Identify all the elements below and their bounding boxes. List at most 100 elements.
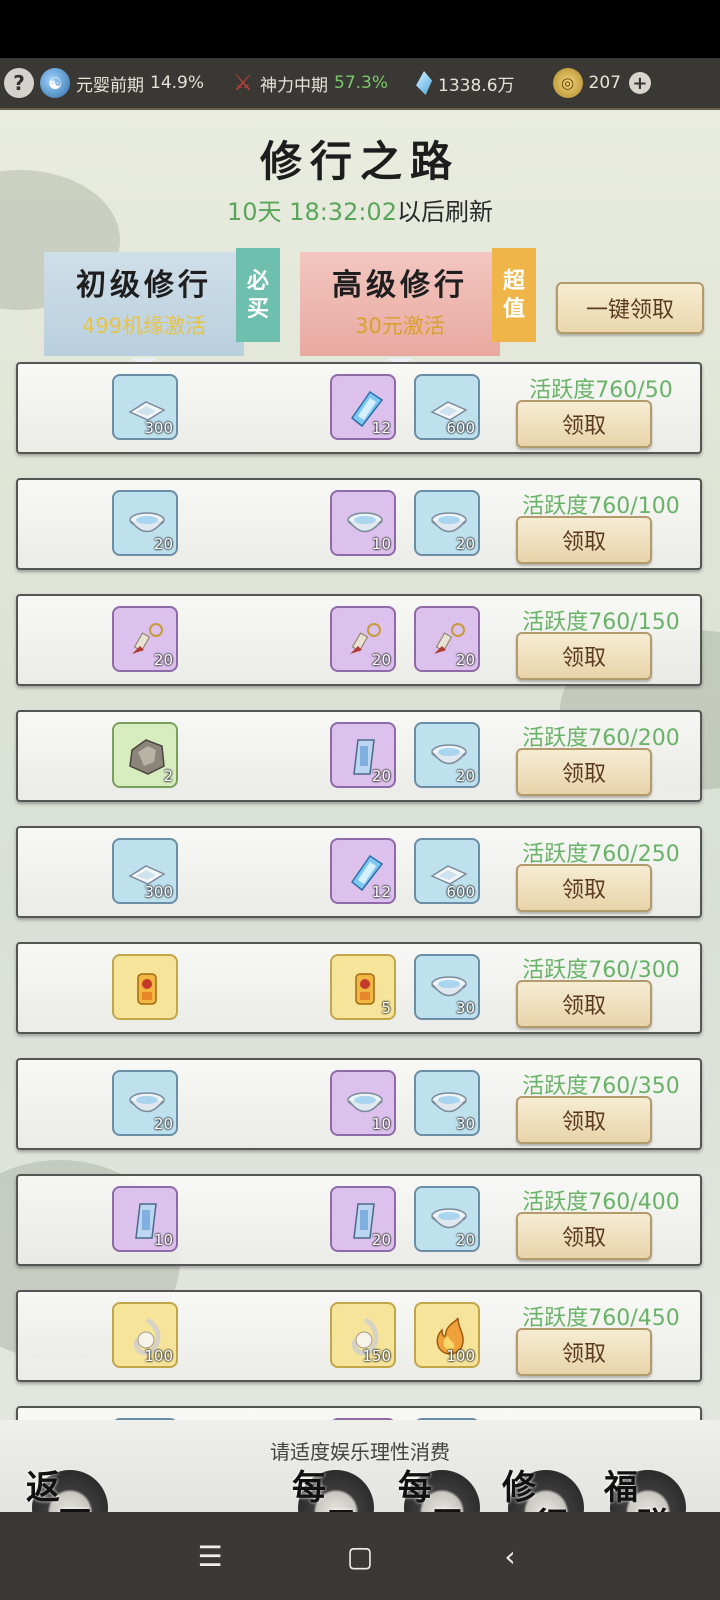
scroll-icon (137, 973, 157, 1005)
realm-label: 元婴前期 (76, 75, 144, 96)
tab-basic-cultivation[interactable]: 初级修行 499机缘激活 (44, 252, 244, 370)
item-quantity: 100 (144, 1347, 173, 1365)
item-quantity: 30 (455, 1115, 475, 1133)
claim-button[interactable]: 领取 (516, 1328, 652, 1376)
reward-item-slot[interactable]: 300 (112, 374, 178, 440)
reward-item-slot[interactable] (112, 954, 178, 1020)
item-quantity: 10 (371, 1115, 391, 1133)
claim-button[interactable]: 领取 (516, 1212, 652, 1260)
reward-item-slot[interactable]: 30 (414, 954, 480, 1020)
claim-button[interactable]: 领取 (516, 864, 652, 912)
reward-item-slot[interactable]: 20 (330, 1186, 396, 1252)
claim-button[interactable]: 领取 (516, 400, 652, 448)
reward-item-slot[interactable]: 20 (330, 722, 396, 788)
item-quantity: 20 (153, 535, 173, 553)
cultivation-panel: 修行之路 10天 18:32:02以后刷新 初级修行 499机缘激活 必买 高级… (0, 110, 720, 1420)
crystal-indicator[interactable]: 1338.6万 (416, 71, 515, 96)
reward-item-slot[interactable]: 150 (330, 1302, 396, 1368)
item-quantity: 600 (446, 883, 475, 901)
divine-label: 神力中期 (260, 75, 329, 96)
item-quantity: 20 (455, 651, 475, 669)
item-quantity: 20 (455, 767, 475, 785)
realm-indicator[interactable]: ☯ 元婴前期 14.9% (40, 68, 204, 98)
reward-item-slot[interactable]: 20 (414, 722, 480, 788)
reward-item-slot[interactable]: 300 (112, 838, 178, 904)
coin-icon: ◎ (552, 68, 583, 98)
item-quantity: 20 (371, 651, 391, 669)
reward-row: 10 20 20 活跃度760/400 领取 (16, 1174, 702, 1266)
reward-list[interactable]: 300 12 600 活跃度760/50 领取 20 10 20 活跃度760/100 领取 20 2… (16, 362, 702, 1420)
claim-button[interactable]: 领取 (516, 980, 652, 1028)
tab-advanced-activation: 30元激活 (355, 314, 445, 338)
sword-icon: ⚔ (233, 70, 253, 96)
reward-item-slot[interactable]: 20 (414, 490, 480, 556)
reward-row: 2 20 20 活跃度760/200 领取 (16, 710, 702, 802)
home-icon[interactable]: ▢ (285, 1540, 435, 1573)
reward-item-slot[interactable]: 2 (112, 722, 178, 788)
reward-item-slot[interactable]: 30 (414, 1070, 480, 1136)
item-quantity: 10 (371, 535, 391, 553)
page-title: 修行之路 (259, 137, 460, 186)
crystal-value: 1338.6万 (438, 75, 515, 96)
item-quantity: 20 (455, 535, 475, 553)
item-quantity: 30 (455, 999, 475, 1017)
reward-item-slot[interactable]: 20 (330, 606, 396, 672)
great-value-badge: 超值 (492, 248, 536, 342)
tab-advanced-cultivation[interactable]: 高级修行 30元激活 (300, 252, 500, 370)
reward-item-slot[interactable]: 20 (414, 606, 480, 672)
item-quantity: 20 (153, 651, 173, 669)
item-quantity: 20 (153, 1115, 173, 1133)
reward-item-slot[interactable]: 100 (112, 1302, 178, 1368)
yin-yang-icon: ☯ (40, 68, 70, 98)
reward-item-slot[interactable]: 100 (414, 1302, 480, 1368)
divine-percent: 57.3% (334, 73, 389, 93)
reward-row: 20 10 20 活跃度760/100 领取 (16, 478, 702, 570)
resource-bar: ? ☯ 元婴前期 14.9% ⚔ 神力中期 57.3% 1338.6万 ◎ 20… (0, 58, 720, 110)
system-navigation-bar: ☰ ▢ ‹ (0, 1512, 720, 1600)
tab-basic-activation: 499机缘激活 (81, 314, 207, 338)
add-coin-button[interactable]: + (628, 72, 651, 94)
reward-item-slot[interactable]: 10 (330, 490, 396, 556)
reward-item-slot[interactable]: 10 (330, 1070, 396, 1136)
claim-button[interactable]: 领取 (516, 516, 652, 564)
tab-basic-title: 初级修行 (76, 268, 212, 303)
reward-item-slot[interactable]: 600 (414, 374, 480, 440)
ore-icon (129, 739, 165, 775)
refresh-timer: 10天 18:32:02以后刷新 (0, 192, 720, 227)
claim-button[interactable]: 领取 (516, 632, 652, 680)
coin-indicator[interactable]: ◎ 207 + (552, 68, 651, 98)
reward-item-slot[interactable]: 600 (414, 838, 480, 904)
reward-item-slot[interactable]: 12 (330, 374, 396, 440)
scroll-icon (355, 973, 375, 1005)
claim-all-button[interactable]: 一键领取 (556, 282, 704, 334)
reward-row: 20 10 30 活跃度760/350 领取 (16, 1058, 702, 1150)
claim-button[interactable]: 领取 (516, 748, 652, 796)
item-quantity: 20 (455, 1231, 475, 1249)
menu-icon[interactable]: ☰ (135, 1540, 285, 1573)
refresh-suffix: 以后刷新 (396, 198, 493, 226)
divine-indicator[interactable]: ⚔ 神力中期 57.3% (230, 71, 388, 96)
item-quantity: 150 (362, 1347, 391, 1365)
back-icon[interactable]: ‹ (435, 1540, 585, 1573)
item-quantity: 300 (144, 883, 173, 901)
item-quantity: 12 (371, 883, 391, 901)
reward-item-slot[interactable]: 10 (112, 1186, 178, 1252)
reward-row: 活跃度760/500领取 (16, 1406, 702, 1420)
item-quantity: 20 (371, 1231, 391, 1249)
item-quantity: 12 (371, 419, 391, 437)
item-quantity: 20 (371, 767, 391, 785)
reward-item-slot[interactable]: 12 (330, 838, 396, 904)
item-quantity: 600 (446, 419, 475, 437)
help-button[interactable]: ? (4, 68, 34, 98)
tab-advanced-title: 高级修行 (332, 268, 468, 303)
reward-item-slot[interactable]: 5 (330, 954, 396, 1020)
reward-item-slot[interactable]: 20 (112, 1070, 178, 1136)
coin-value: 207 (588, 73, 621, 93)
must-buy-badge: 必买 (236, 248, 280, 342)
reward-item-slot[interactable]: 20 (414, 1186, 480, 1252)
claim-button[interactable]: 领取 (516, 1096, 652, 1144)
reward-item-slot[interactable]: 20 (112, 490, 178, 556)
reward-item-slot[interactable]: 20 (112, 606, 178, 672)
status-bar (0, 0, 720, 58)
reward-row: 300 12 600 活跃度760/250 领取 (16, 826, 702, 918)
